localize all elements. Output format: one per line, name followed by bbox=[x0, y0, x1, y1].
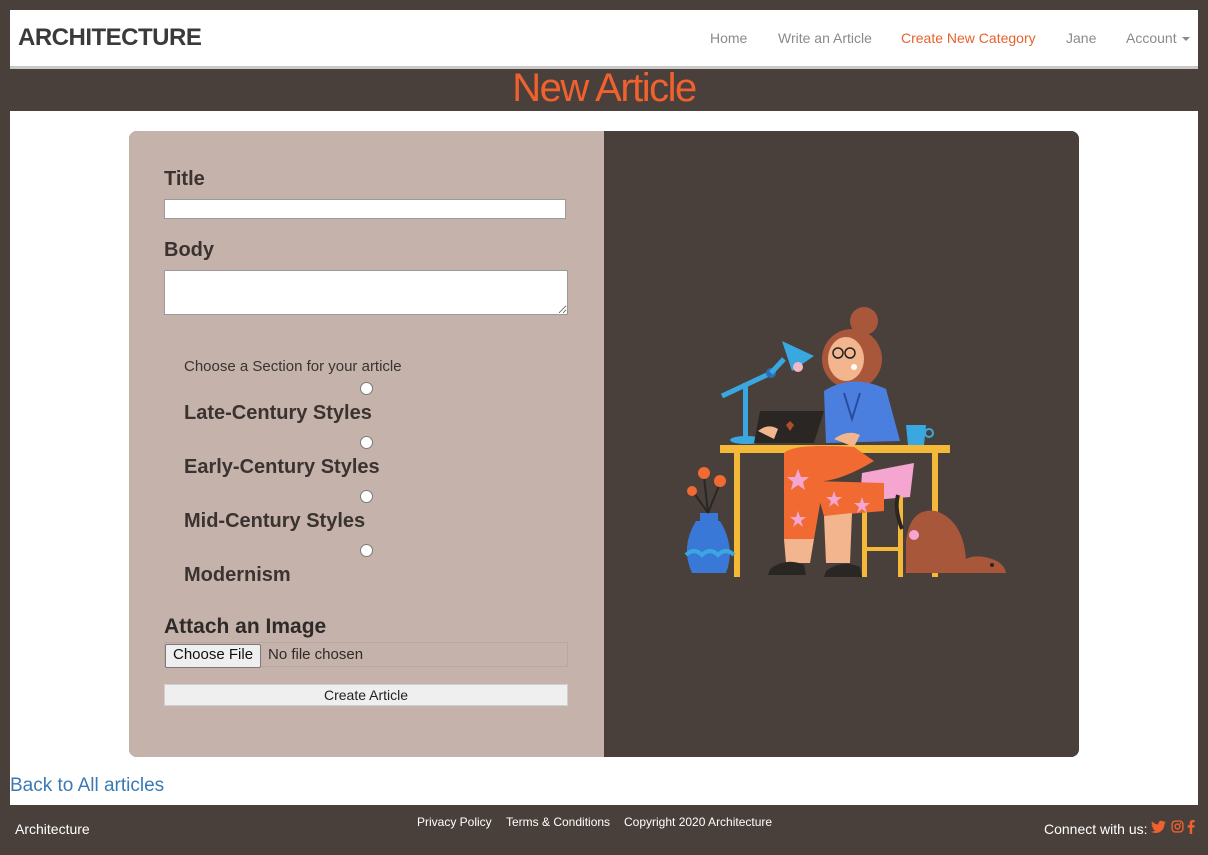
brand-logo[interactable]: ARCHITECTURE bbox=[18, 24, 202, 52]
caret-down-icon bbox=[1181, 37, 1190, 42]
file-status: No file chosen bbox=[268, 646, 364, 663]
main-content: Title Body Choose a Section for your art… bbox=[10, 111, 1198, 805]
article-form-card: Title Body Choose a Section for your art… bbox=[129, 131, 1079, 757]
dog-icon bbox=[894, 494, 1006, 573]
radio-mid-century[interactable] bbox=[360, 490, 373, 503]
footer-copyright: Copyright 2020 Architecture bbox=[624, 815, 773, 829]
choose-file-button[interactable]: Choose File bbox=[165, 644, 262, 668]
nav-item-account-dropdown[interactable]: Account bbox=[1126, 30, 1190, 46]
attach-image-label: Attach an Image bbox=[164, 615, 327, 638]
facebook-icon[interactable] bbox=[1187, 820, 1195, 834]
back-to-articles-link[interactable]: Back to All articles bbox=[10, 775, 164, 797]
woman-at-desk-illustration bbox=[684, 307, 1006, 577]
section-label-mid-century: Mid-Century Styles bbox=[184, 510, 366, 532]
woman-figure-icon bbox=[754, 307, 900, 577]
footer-link-terms[interactable]: Terms & Conditions bbox=[506, 815, 610, 829]
title-label: Title bbox=[164, 168, 205, 190]
title-input[interactable] bbox=[164, 199, 566, 219]
page-title: New Article bbox=[512, 66, 697, 110]
radio-late-century[interactable] bbox=[360, 382, 373, 395]
chair-icon bbox=[860, 463, 914, 577]
navbar: ARCHITECTURE Home Write an Article Creat… bbox=[10, 10, 1198, 69]
nav-item-create-category[interactable]: Create New Category bbox=[901, 30, 1036, 46]
account-label: Account bbox=[1126, 30, 1177, 46]
connect-label: Connect with us: bbox=[1044, 821, 1148, 837]
body-label: Body bbox=[164, 239, 214, 261]
nav-item-user[interactable]: Jane bbox=[1066, 30, 1096, 46]
section-prompt: Choose a Section for your article bbox=[184, 358, 402, 375]
section-label-modernism: Modernism bbox=[184, 564, 291, 586]
footer-brand[interactable]: Architecture bbox=[15, 821, 90, 837]
radio-early-century[interactable] bbox=[360, 436, 373, 449]
footer: Architecture Privacy Policy Terms & Cond… bbox=[0, 805, 1208, 855]
illustration-panel bbox=[604, 131, 1079, 757]
file-input[interactable]: Choose File No file chosen bbox=[164, 642, 568, 668]
nav-item-write-article[interactable]: Write an Article bbox=[778, 30, 872, 46]
flower-vase-icon bbox=[684, 467, 736, 573]
radio-modernism[interactable] bbox=[360, 544, 373, 557]
instagram-icon[interactable] bbox=[1171, 820, 1184, 833]
coffee-cup-icon bbox=[906, 425, 934, 445]
nav-item-home[interactable]: Home bbox=[710, 30, 747, 46]
section-label-late-century: Late-Century Styles bbox=[184, 402, 372, 424]
body-textarea[interactable] bbox=[164, 270, 568, 315]
footer-link-privacy[interactable]: Privacy Policy bbox=[417, 815, 492, 829]
section-label-early-century: Early-Century Styles bbox=[184, 456, 380, 478]
twitter-icon[interactable] bbox=[1151, 820, 1166, 834]
form-panel: Title Body Choose a Section for your art… bbox=[129, 131, 604, 757]
create-article-button[interactable]: Create Article bbox=[164, 684, 568, 706]
